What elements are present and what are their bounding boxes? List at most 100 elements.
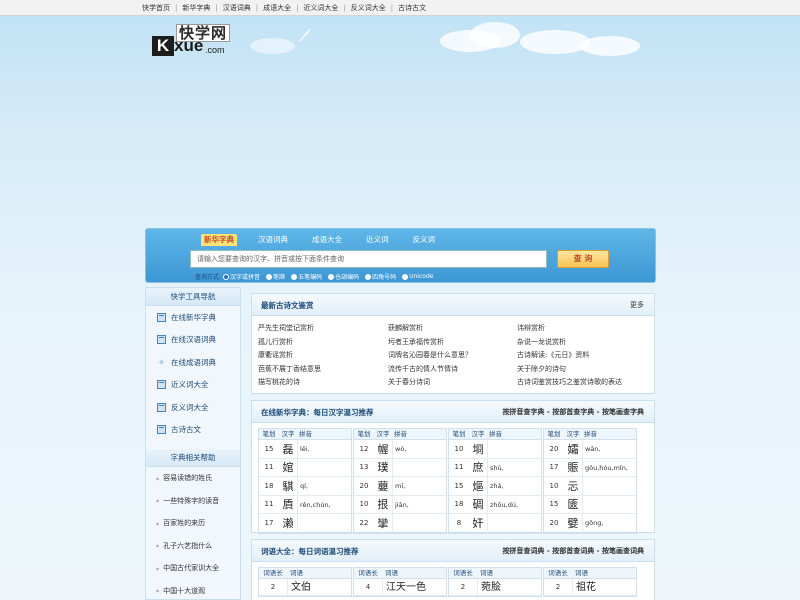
dict-row[interactable]: 18 騏 qí, (259, 477, 351, 496)
tab-chengyu[interactable]: 成语大全 (309, 234, 345, 246)
dict-lookup-links[interactable]: 按拼音查字典 - 按部首查字典 - 按笔画查字典 (502, 407, 644, 417)
hanzi-char[interactable]: 庶 (469, 459, 487, 475)
top-nav-home[interactable]: 快学首页 (142, 4, 170, 13)
words-lookup-links[interactable]: 按拼音查词典 - 按部首查词典 - 按笔画查词典 (502, 546, 644, 556)
dict-row[interactable]: 18 碉 zhōu,dú, (449, 495, 541, 514)
search-button[interactable]: 查 询 (557, 250, 609, 268)
top-nav-gushi[interactable]: 古诗古文 (398, 4, 426, 13)
dict-row[interactable]: 15 磊 lěi, (259, 440, 351, 459)
hanzi-char[interactable]: 濑 (279, 515, 297, 531)
hanzi-char[interactable]: 匳 (564, 496, 582, 512)
help-item[interactable]: 百家姓的来历 (146, 512, 240, 535)
method-radio-hanzi[interactable]: 汉字或拼音 (223, 272, 260, 281)
top-nav-jinyi[interactable]: 近义词大全 (303, 4, 338, 13)
method-radio-cangjie[interactable]: 仓颉编码 (328, 272, 359, 281)
word-row[interactable]: 4 江天一色 (354, 579, 446, 596)
hanzi-char[interactable]: 拫 (374, 496, 392, 512)
dict-row[interactable]: 13 璞 (354, 458, 446, 477)
hanzi-char[interactable]: 攣 (374, 515, 392, 531)
word-row[interactable]: 2 菀脍 (449, 579, 541, 596)
word-row[interactable]: 2 文伯 (259, 579, 351, 596)
poem-link[interactable]: 孤儿行赏析 (258, 336, 388, 350)
dict-row[interactable]: 20 蘡 mǐ, (354, 477, 446, 496)
hanzi-char[interactable]: 熰 (469, 478, 487, 494)
hanzi-char[interactable]: 忈 (564, 478, 582, 494)
dict-row[interactable]: 11 貭 rěn,chún, (259, 495, 351, 514)
sidebar-item-jinyi[interactable]: 近义词大全 (146, 374, 240, 397)
sidebar-item-gushi[interactable]: 古诗古文 (146, 419, 240, 442)
poem-link[interactable]: 词牌名沁园春是什么意思？ (388, 349, 517, 363)
word-row[interactable]: 2 祖花 (544, 579, 636, 596)
method-radio-unicode[interactable]: Unicode (402, 273, 433, 280)
sidebar-item-chengyu[interactable]: ✧ 在线成语词典 (146, 351, 240, 374)
hanzi-char[interactable]: 奸 (469, 515, 487, 531)
top-nav-chengyu[interactable]: 成语大全 (263, 4, 291, 13)
help-item[interactable]: 中国十大道观 (146, 580, 240, 600)
tab-hanyu[interactable]: 汉语词典 (255, 234, 291, 246)
dict-row[interactable]: 10 忈 (544, 477, 636, 496)
dict-row[interactable]: 10 拫 jiān, (354, 495, 446, 514)
dict-row[interactable]: 17 賑 gōu,hóu,mǐn, (544, 458, 636, 477)
hanzi-char[interactable]: 磊 (279, 441, 297, 457)
poem-link[interactable]: 关于春分诗词 (388, 376, 517, 390)
poem-link[interactable]: 描写桃花的诗 (258, 376, 388, 390)
hanzi-char[interactable]: 碉 (469, 496, 487, 512)
dict-row[interactable]: 8奸 (449, 514, 541, 533)
word-text[interactable]: 祖花 (572, 579, 636, 595)
hanzi-char[interactable]: 嬖 (564, 515, 582, 531)
top-nav-xinhua[interactable]: 新华字典 (182, 4, 210, 13)
dict-row[interactable]: 15 熰 zhá, (449, 477, 541, 496)
poem-link[interactable]: 古诗词鉴赏技巧之鉴赏诗歌的表达 (517, 376, 646, 390)
help-item[interactable]: 容易读错的姓氏 (146, 467, 240, 490)
tab-xinhua[interactable]: 新华字典 (201, 234, 237, 246)
word-table: 词语长 词语 2 文伯 词语长 词语 4 江天一色 词语长 词语 2 菀脍 词语长 词语 2 祖花 (252, 562, 654, 597)
poem-link[interactable]: 杂说一龙说赏析 (517, 336, 646, 350)
hanzi-char[interactable]: 蘡 (374, 478, 392, 494)
poem-link[interactable]: 流传千古的情人节情诗 (388, 363, 517, 377)
hanzi-char[interactable]: 孀 (564, 441, 582, 457)
dict-row[interactable]: 20 孀 wān, (544, 440, 636, 459)
hanzi-char[interactable]: 貭 (279, 496, 297, 512)
help-item[interactable]: 中国古代家训大全 (146, 557, 240, 580)
help-item[interactable]: 一些特殊字的读音 (146, 490, 240, 513)
dict-row[interactable]: 15 匳 (544, 495, 636, 514)
method-radio-sijiao[interactable]: 四角号码 (365, 272, 396, 281)
help-item[interactable]: 孔子六艺指什么 (146, 535, 240, 558)
word-text[interactable]: 菀脍 (477, 579, 541, 595)
dict-row[interactable]: 17 濑 (259, 514, 351, 533)
poem-link[interactable]: 讳辩赏析 (517, 322, 646, 336)
word-text[interactable]: 文伯 (287, 579, 351, 595)
sidebar-item-xinhua[interactable]: 在线新华字典 (146, 306, 240, 329)
dict-row[interactable]: 11 庶 shù, (449, 458, 541, 477)
more-link[interactable]: 更多 (630, 300, 644, 310)
dict-row[interactable]: 12 幄 wò, (354, 440, 446, 459)
hanzi-char[interactable]: 幄 (374, 441, 392, 457)
method-radio-bishun[interactable]: 笔顺 (266, 272, 285, 281)
tab-jinyi[interactable]: 近义词 (363, 234, 392, 246)
dict-row[interactable]: 10 埛 (449, 440, 541, 459)
poem-link[interactable]: 芭蕉不展丁香结意思 (258, 363, 388, 377)
hanzi-char[interactable]: 婠 (279, 459, 297, 475)
poem-link[interactable]: 康衢谣赏析 (258, 349, 388, 363)
dict-row[interactable]: 20 嬖 gōng, (544, 514, 636, 533)
sidebar-item-hanyu[interactable]: 在线汉语词典 (146, 329, 240, 352)
dict-row[interactable]: 22 攣 (354, 514, 446, 533)
top-nav-fanyi[interactable]: 反义词大全 (351, 4, 386, 13)
hanzi-char[interactable]: 騏 (279, 478, 297, 494)
dict-row[interactable]: 11 婠 (259, 458, 351, 477)
poem-link[interactable]: 严先生祠堂记赏析 (258, 322, 388, 336)
method-radio-wubi[interactable]: 五笔编码 (291, 272, 322, 281)
poem-link[interactable]: 圬者王承福传赏析 (388, 336, 517, 350)
hanzi-char[interactable]: 賑 (564, 459, 582, 475)
search-input[interactable]: 请输入您要查询的汉字、拼音或按下面条件查询 (190, 250, 547, 268)
word-text[interactable]: 江天一色 (382, 579, 446, 595)
poem-link[interactable]: 获麟解赏析 (388, 322, 517, 336)
tab-fanyi[interactable]: 反义词 (410, 234, 439, 246)
poem-link[interactable]: 关于除夕的诗句 (517, 363, 646, 377)
poem-link[interactable]: 古诗解读:《元日》资料 (517, 349, 646, 363)
sidebar-item-fanyi[interactable]: 反义词大全 (146, 396, 240, 419)
hanzi-char[interactable]: 埛 (469, 441, 487, 457)
top-nav-hanyu[interactable]: 汉语词典 (223, 4, 251, 13)
hanzi-char[interactable]: 璞 (374, 459, 392, 475)
site-logo[interactable]: 快学网 K xue .com (152, 24, 240, 58)
